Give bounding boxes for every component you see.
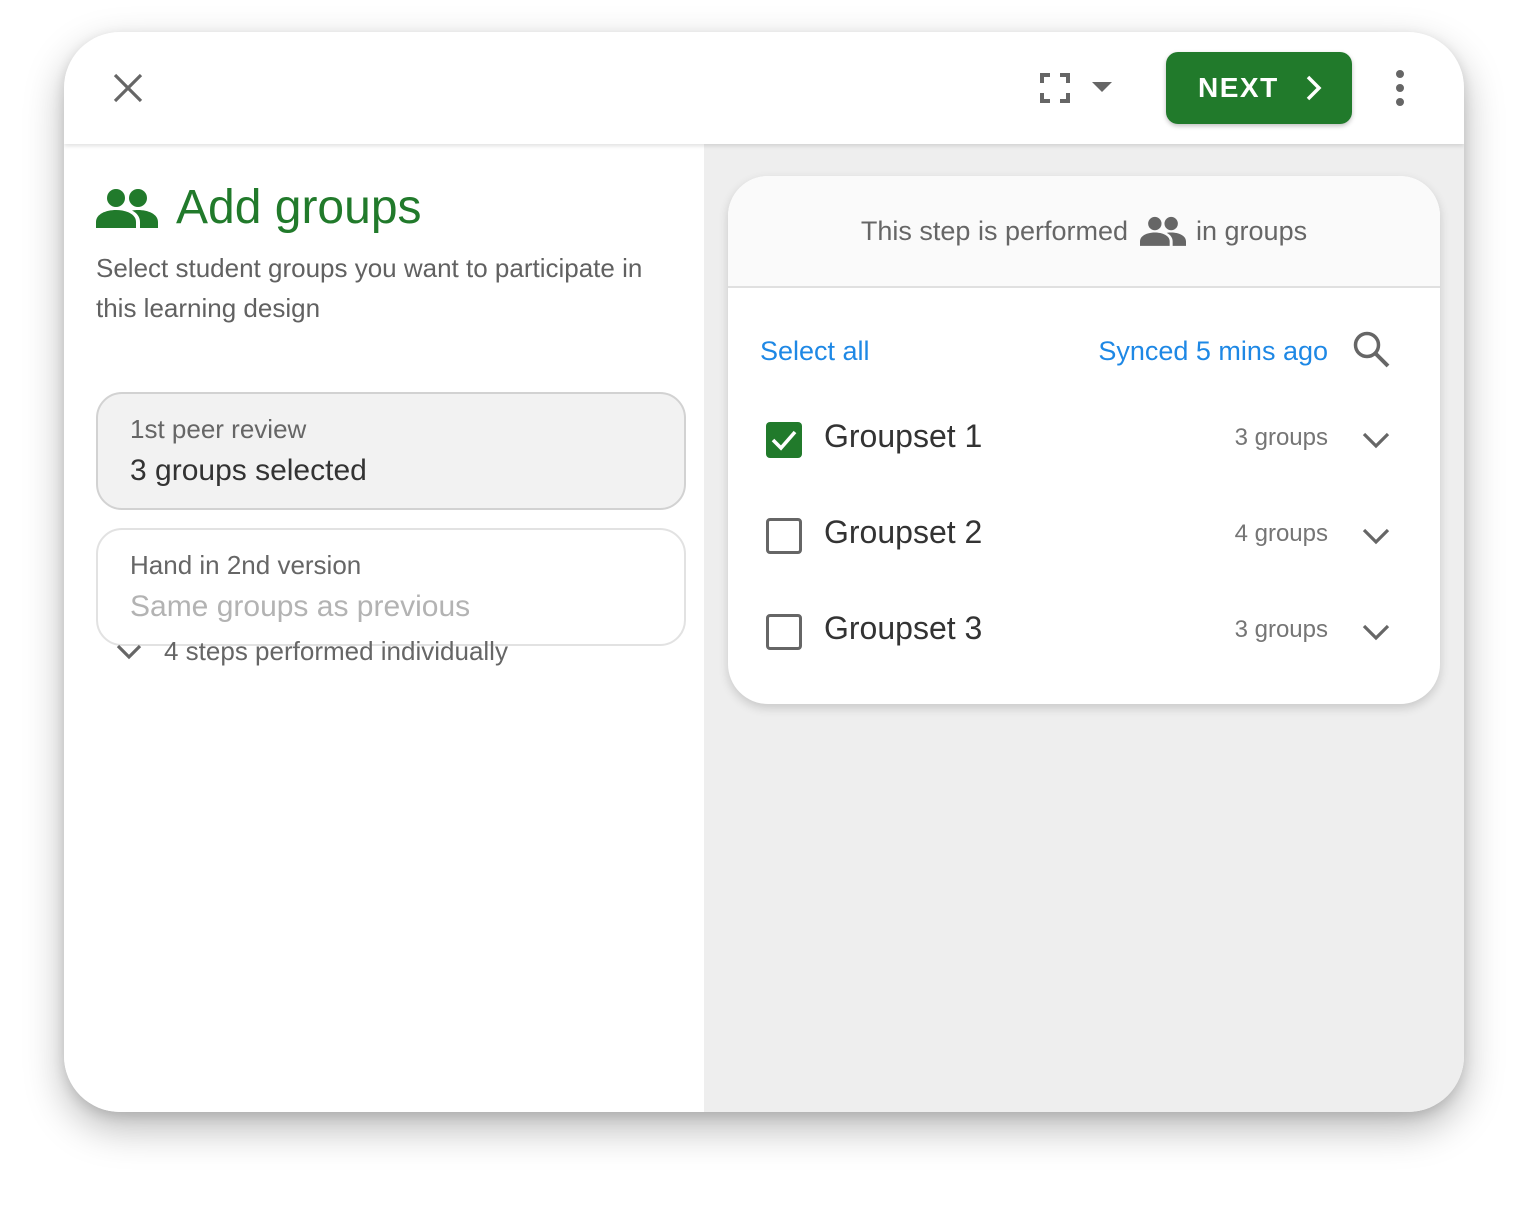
step-title: Hand in 2nd version [130, 550, 362, 580]
step-card-hand-in[interactable]: Hand in 2nd version Same groups as previ… [96, 528, 686, 646]
right-pane: This step is performed in groups Select … [704, 144, 1464, 1112]
groupset-name: Groupset 1 [824, 418, 983, 454]
groupset-checkbox[interactable] [766, 518, 802, 554]
chevron-down-icon[interactable] [1360, 426, 1392, 454]
header-prefix: This step is performed [860, 215, 1129, 246]
groupset-count: 3 groups [1234, 424, 1328, 451]
groupset-checkbox[interactable] [766, 614, 802, 650]
step-title: 1st peer review [130, 414, 307, 444]
chevron-down-icon[interactable] [1360, 522, 1392, 550]
synced-status-link[interactable]: Synced 5 mins ago [1098, 336, 1328, 367]
groupset-name: Groupset 2 [824, 514, 983, 550]
checkmark-icon [771, 430, 797, 451]
groupset-row: Groupset 1 3 groups [728, 400, 1440, 480]
groupsets-panel: This step is performed in groups Select … [728, 176, 1440, 704]
page-title-row: Add groups [96, 180, 422, 236]
groupset-count: 3 groups [1234, 616, 1328, 643]
groupset-count: 4 groups [1234, 520, 1328, 547]
step-card-peer-review[interactable]: 1st peer review 3 groups selected [96, 392, 686, 510]
dialog-window: NEXT Add groups Select student groups yo… [64, 32, 1464, 1112]
group-icon [1140, 216, 1187, 246]
individual-steps-label: 4 steps performed individually [164, 636, 508, 666]
groupset-checkbox[interactable] [766, 422, 802, 458]
chevron-down-icon[interactable] [1360, 618, 1392, 646]
group-icon [96, 189, 158, 228]
page-subtitle: Select student groups you want to partic… [96, 253, 643, 323]
fullscreen-icon [1040, 73, 1070, 103]
panel-header: This step is performed in groups [728, 176, 1440, 288]
left-pane: Add groups Select student groups you wan… [64, 144, 704, 1112]
page-title: Add groups [176, 181, 422, 234]
chevron-right-icon [1306, 75, 1322, 101]
more-vert-icon [1396, 70, 1404, 106]
caret-down-icon [1092, 82, 1112, 92]
next-button-label: NEXT [1198, 72, 1279, 103]
view-mode-dropdown[interactable] [1040, 64, 1130, 112]
close-button[interactable] [104, 64, 152, 112]
select-all-link[interactable]: Select all [760, 336, 870, 367]
groupset-name: Groupset 3 [824, 610, 983, 646]
groupset-row: Groupset 3 3 groups [728, 592, 1440, 672]
close-icon [113, 73, 143, 103]
header-suffix: in groups [1196, 215, 1308, 246]
step-value: Same groups as previous [130, 590, 471, 623]
search-icon [1353, 331, 1390, 368]
groupset-row: Groupset 2 4 groups [728, 496, 1440, 576]
more-options-button[interactable] [1380, 64, 1420, 112]
chevron-down-icon [116, 644, 142, 659]
individual-steps-toggle[interactable]: 4 steps performed individually [116, 636, 508, 667]
step-value: 3 groups selected [130, 454, 367, 487]
next-button[interactable]: NEXT [1166, 52, 1352, 124]
top-bar: NEXT [64, 32, 1464, 144]
search-button[interactable] [1352, 330, 1396, 374]
